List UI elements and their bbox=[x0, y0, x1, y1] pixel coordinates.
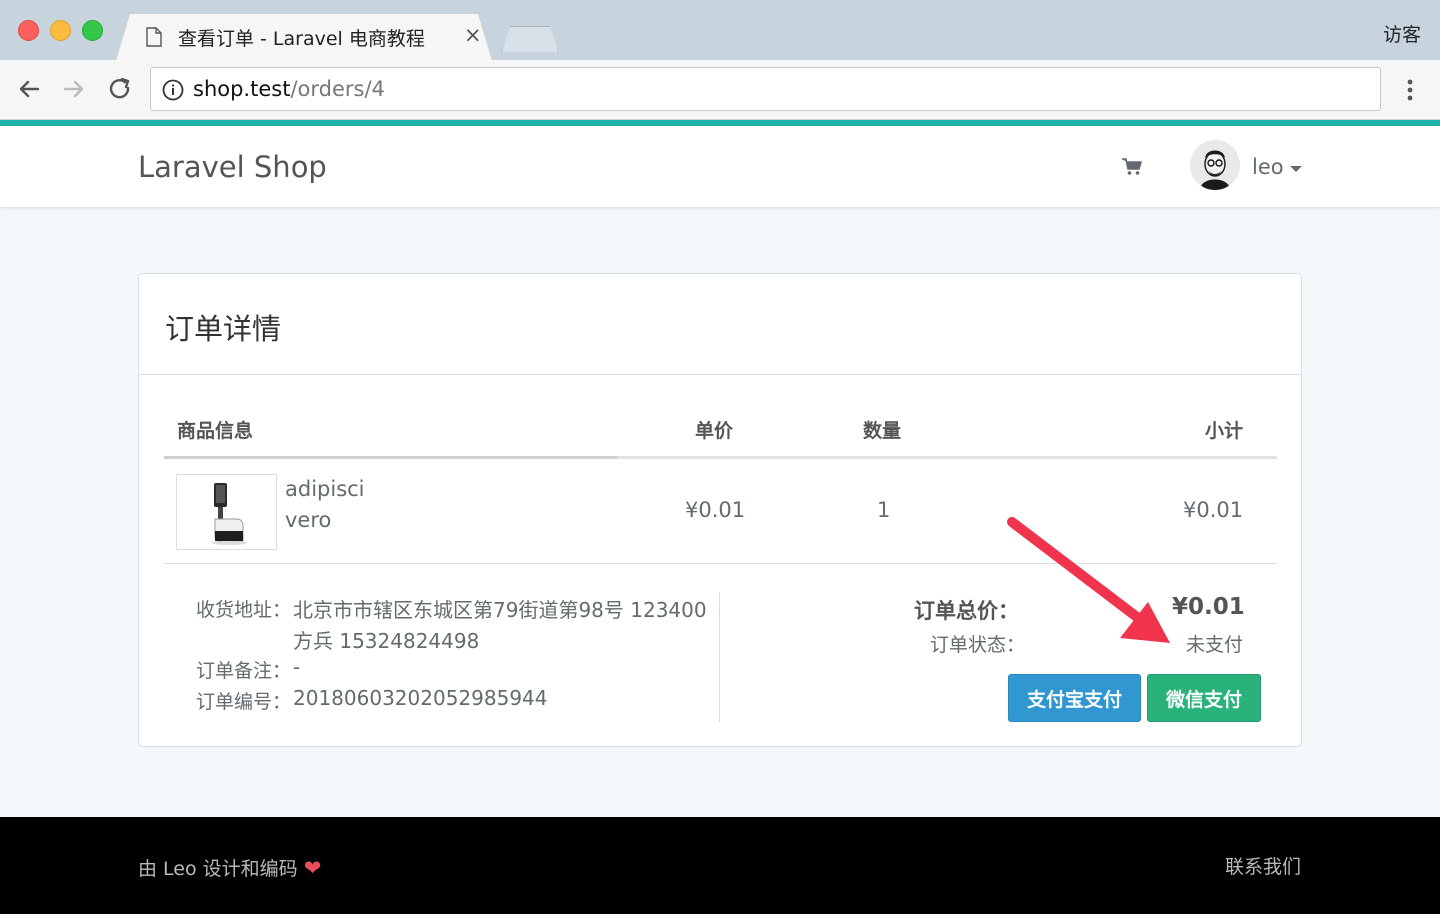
summary-divider bbox=[719, 592, 720, 722]
site-brand[interactable]: Laravel Shop bbox=[138, 150, 327, 184]
product-sku: vero bbox=[285, 508, 332, 532]
url-path: /orders/4 bbox=[290, 77, 385, 101]
panel-title: 订单详情 bbox=[165, 312, 282, 346]
address-label: 收货地址： bbox=[196, 599, 292, 621]
tab-title: 查看订单 - Laravel 电商教程 bbox=[178, 28, 425, 50]
order-status-value: 未支付 bbox=[1186, 634, 1244, 656]
product-subtotal: ¥0.01 bbox=[1183, 498, 1244, 522]
tab-close-icon[interactable]: × bbox=[464, 25, 482, 46]
alipay-button[interactable]: 支付宝支付 bbox=[1008, 674, 1141, 722]
browser-toolbar: shop.test/orders/4 bbox=[0, 60, 1440, 120]
profile-label[interactable]: 访客 bbox=[1383, 20, 1421, 47]
column-header-subtotal: 小计 bbox=[1205, 420, 1244, 442]
address-line-2: 方兵 15324824498 bbox=[293, 629, 480, 653]
column-header-quantity: 数量 bbox=[863, 420, 902, 442]
site-navbar: Laravel Shop leo bbox=[0, 126, 1440, 208]
contact-link[interactable]: 联系我们 bbox=[1225, 852, 1301, 879]
order-no-label: 订单编号： bbox=[196, 691, 292, 713]
avatar-image bbox=[1190, 140, 1240, 190]
annotation-arrow-icon bbox=[1007, 517, 1170, 643]
product-thumbnail[interactable] bbox=[176, 474, 277, 550]
browser-titlebar: 查看订单 - Laravel 电商教程 × 访客 bbox=[0, 0, 1440, 60]
caret-down-icon[interactable] bbox=[1290, 166, 1302, 172]
window-zoom-button[interactable] bbox=[82, 20, 103, 41]
product-quantity: 1 bbox=[877, 498, 891, 522]
url-host: shop.test bbox=[193, 77, 291, 101]
wechat-pay-button[interactable]: 微信支付 bbox=[1147, 674, 1261, 722]
remark-value: - bbox=[293, 655, 301, 679]
address-line-1: 北京市市辖区东城区第79街道第98号 123400 bbox=[293, 598, 707, 622]
user-name[interactable]: leo bbox=[1252, 155, 1284, 179]
column-header-price: 单价 bbox=[695, 420, 734, 442]
back-icon[interactable] bbox=[14, 74, 44, 104]
panel-heading: 订单详情 bbox=[139, 274, 1301, 375]
cart-icon[interactable] bbox=[1122, 158, 1142, 176]
window-close-button[interactable] bbox=[18, 20, 39, 41]
product-title[interactable]: adipisci bbox=[285, 477, 365, 501]
reload-icon[interactable] bbox=[105, 74, 135, 104]
footer-credit-text: 由 Leo 设计和编码 bbox=[138, 858, 298, 880]
remark-label: 订单备注： bbox=[196, 660, 292, 682]
forward-icon[interactable] bbox=[59, 74, 89, 104]
new-tab-button[interactable] bbox=[502, 26, 558, 52]
document-icon bbox=[146, 27, 162, 47]
product-price: ¥0.01 bbox=[685, 498, 746, 522]
table-header-divider-accent bbox=[164, 456, 617, 459]
footer-credit: 由 Leo 设计和编码 ❤ bbox=[138, 854, 321, 881]
avatar[interactable] bbox=[1190, 140, 1240, 190]
heart-icon: ❤ bbox=[303, 856, 322, 880]
browser-menu-icon[interactable] bbox=[1398, 76, 1422, 104]
column-header-product: 商品信息 bbox=[177, 420, 254, 442]
address-bar[interactable]: shop.test/orders/4 bbox=[150, 67, 1381, 111]
order-no-value: 20180603202052985944 bbox=[293, 686, 548, 710]
url-text[interactable]: shop.test/orders/4 bbox=[193, 77, 385, 101]
site-footer: 由 Leo 设计和编码 ❤ 联系我们 bbox=[0, 817, 1440, 914]
info-icon[interactable] bbox=[162, 79, 184, 101]
product-image bbox=[211, 483, 247, 545]
window-minimize-button[interactable] bbox=[50, 20, 71, 41]
